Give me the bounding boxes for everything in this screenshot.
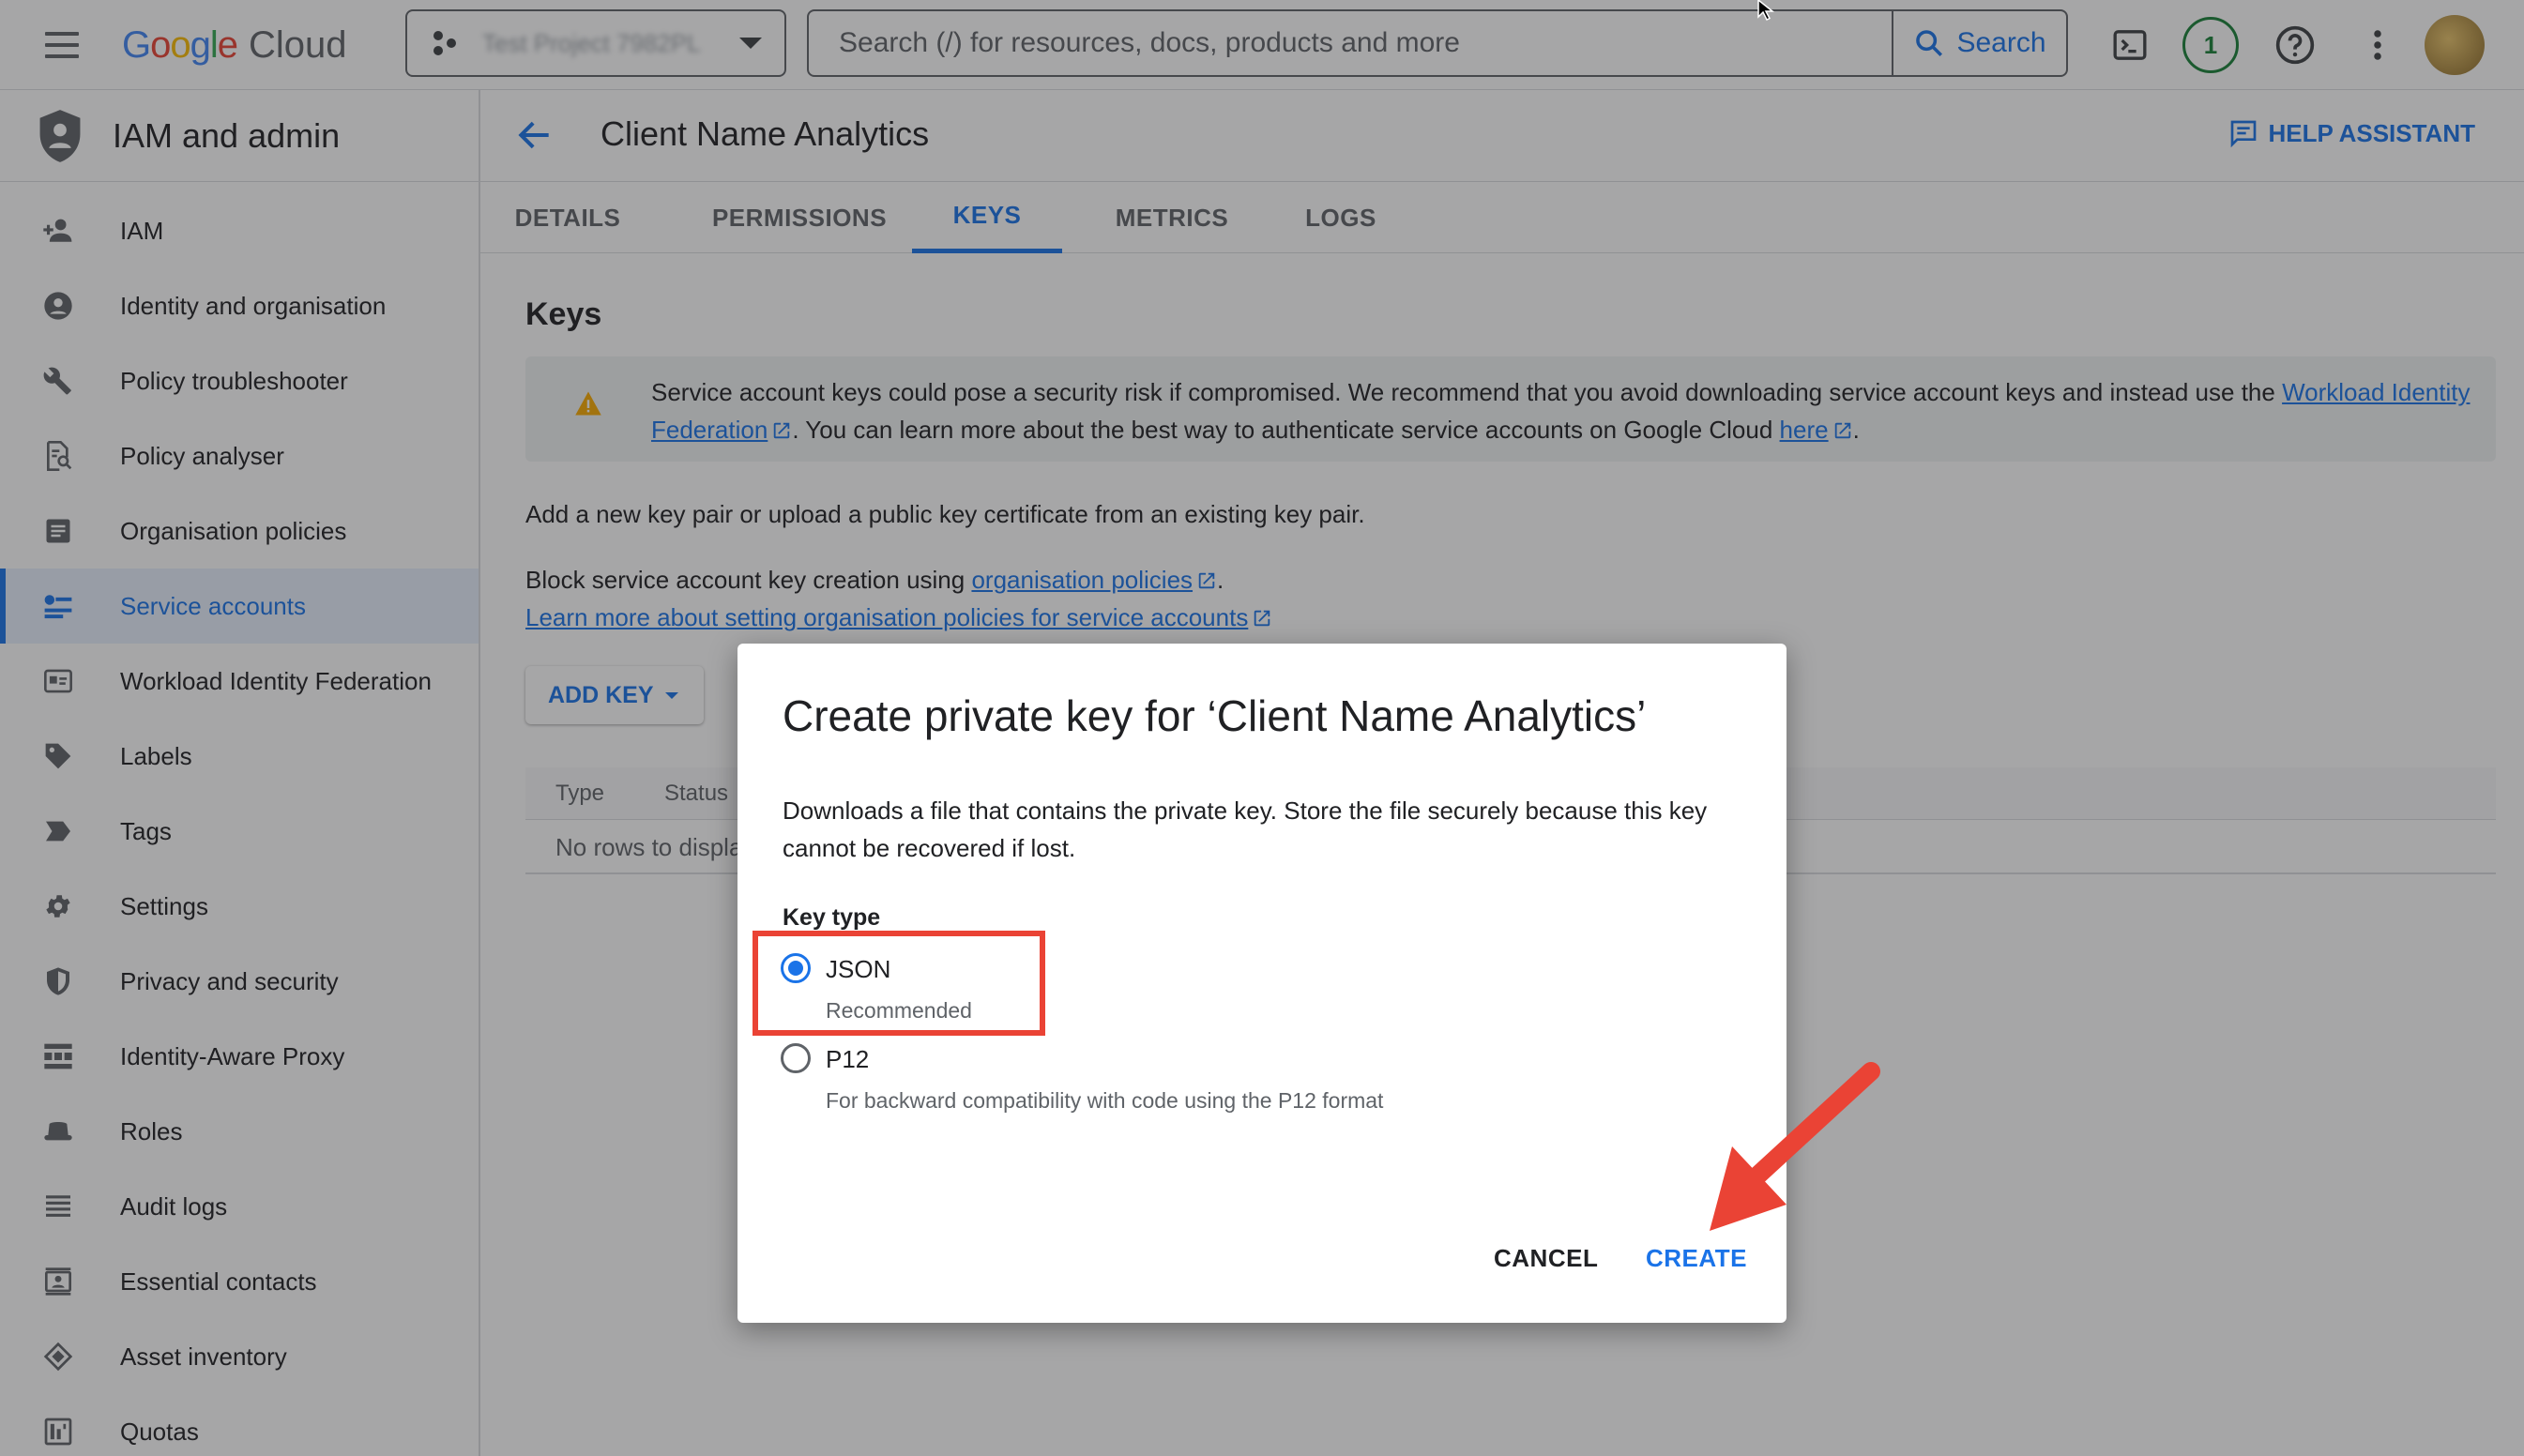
p12-sublabel: For backward compatibility with code usi… xyxy=(826,1088,1384,1113)
p12-radio[interactable] xyxy=(781,1043,811,1073)
cancel-button[interactable]: CANCEL xyxy=(1494,1244,1598,1273)
dialog-title: Create private key for ‘Client Name Anal… xyxy=(783,691,1647,740)
create-button[interactable]: CREATE xyxy=(1646,1244,1747,1273)
key-type-label: Key type xyxy=(783,904,881,931)
dialog-description: Downloads a file that contains the priva… xyxy=(783,796,1708,862)
mouse-cursor-icon xyxy=(1757,0,1775,22)
json-highlight-box xyxy=(753,931,1045,1036)
create-key-dialog: Create private key for ‘Client Name Anal… xyxy=(737,644,1787,1323)
p12-label[interactable]: P12 xyxy=(826,1045,869,1074)
